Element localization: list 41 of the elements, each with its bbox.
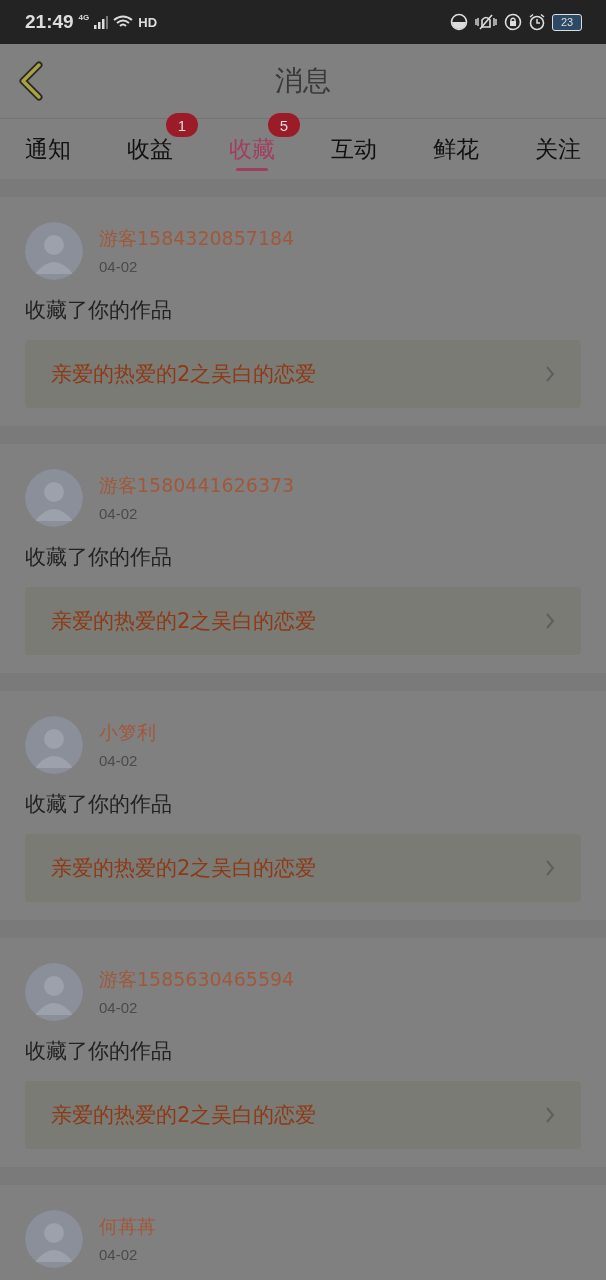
network-type: 4G xyxy=(78,13,90,22)
half-circle-icon xyxy=(450,13,468,31)
clock-time: 21:49 xyxy=(25,11,74,33)
page-title: 消息 xyxy=(275,63,331,99)
message-text: 收藏了你的作品 xyxy=(25,791,173,818)
user-name[interactable]: 小箩利 xyxy=(99,720,156,746)
battery-level: 23 xyxy=(560,16,574,28)
avatar xyxy=(25,1210,83,1268)
lock-rotation-icon xyxy=(504,13,522,31)
muted-bell-icon xyxy=(474,13,498,31)
avatar xyxy=(25,469,83,527)
message-text: 收藏了你的作品 xyxy=(25,544,173,571)
work-link[interactable]: 亲爱的热爱的2之吴白的恋爱 xyxy=(25,1081,581,1149)
chevron-right-icon xyxy=(545,365,555,383)
tab[interactable]: 互动 xyxy=(320,119,388,179)
tab[interactable]: 鲜花 xyxy=(422,119,490,179)
work-link[interactable]: 亲爱的热爱的2之吴白的恋爱 xyxy=(25,834,581,902)
signal-icon xyxy=(94,15,109,29)
user-name[interactable]: 游客1585630465594 xyxy=(99,967,295,993)
count-badge: 5 xyxy=(268,113,300,137)
message-text: 收藏了你的作品 xyxy=(25,297,173,324)
alarm-icon xyxy=(528,13,546,31)
work-link[interactable]: 亲爱的热爱的2之吴白的恋爱 xyxy=(25,587,581,655)
chevron-right-icon xyxy=(545,1106,555,1124)
call-quality: HD xyxy=(138,14,158,30)
message-text: 收藏了你的作品 xyxy=(25,1038,173,1065)
chevron-right-icon xyxy=(545,612,555,630)
avatar xyxy=(25,716,83,774)
chevron-right-icon xyxy=(545,859,555,877)
wifi-icon xyxy=(113,15,134,29)
user-name[interactable]: 游客1584320857184 xyxy=(99,226,295,252)
tab[interactable]: 通知 xyxy=(14,119,82,179)
back-icon xyxy=(17,61,45,101)
tab[interactable]: 关注 xyxy=(524,119,592,179)
count-badge: 1 xyxy=(166,113,198,137)
work-link[interactable]: 亲爱的热爱的2之吴白的恋爱 xyxy=(25,340,581,408)
tab-indicator xyxy=(236,168,268,171)
user-name[interactable]: 游客1580441626373 xyxy=(99,473,295,499)
avatar xyxy=(25,222,83,280)
user-name[interactable]: 何苒苒 xyxy=(99,1214,156,1240)
avatar xyxy=(25,963,83,1021)
